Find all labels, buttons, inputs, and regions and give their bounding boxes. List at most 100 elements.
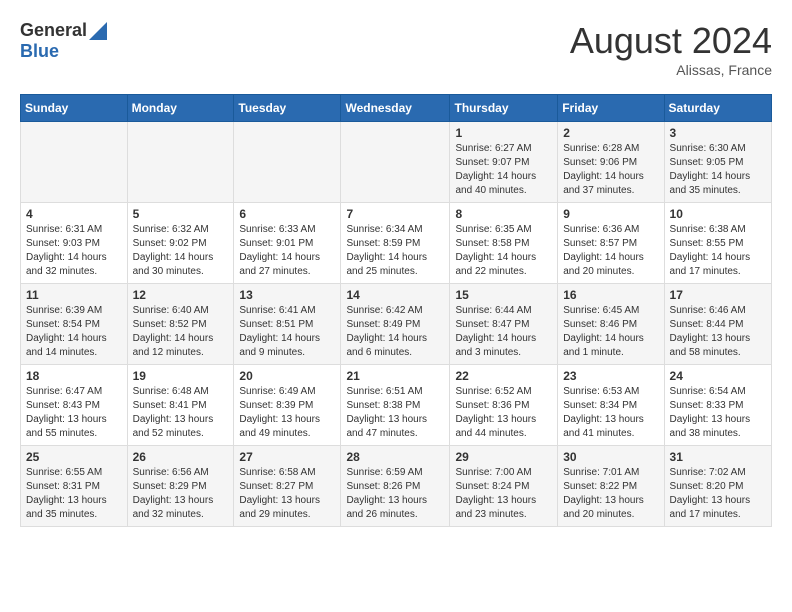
cell-w4-d2: 20Sunrise: 6:49 AM Sunset: 8:39 PM Dayli… <box>234 365 341 446</box>
cell-w2-d6: 10Sunrise: 6:38 AM Sunset: 8:55 PM Dayli… <box>664 203 771 284</box>
day-number: 29 <box>455 450 552 464</box>
cell-w4-d6: 24 Sunrise: 6:54 AM Sunset: 8:33 PM Dayli… <box>664 365 771 446</box>
day-info: Sunrise: 6:48 AM Sunset: 8:41 PM Dayligh… <box>133 385 229 441</box>
cell-w1-d1 <box>127 122 234 203</box>
cell-w2-d1: 5Sunrise: 6:32 AM Sunset: 9:02 PM Daylig… <box>127 203 234 284</box>
day-number: 16 <box>563 288 658 302</box>
day-number: 23 <box>563 369 658 383</box>
day-number: 7 <box>346 207 444 221</box>
day-info: Sunrise: 6:44 AM Sunset: 8:47 PM Dayligh… <box>455 304 552 360</box>
cell-w1-d2 <box>234 122 341 203</box>
day-number: 25 <box>26 450 122 464</box>
day-number: 5 <box>133 207 229 221</box>
header-saturday: Saturday <box>664 95 771 122</box>
day-info: Sunrise: 6:30 AM Sunset: 9:05 PM Dayligh… <box>670 142 766 198</box>
day-number: 13 <box>239 288 335 302</box>
logo-area: General Blue <box>20 20 107 62</box>
header-tuesday: Tuesday <box>234 95 341 122</box>
logo: General <box>20 20 107 41</box>
cell-w3-d6: 17Sunrise: 6:46 AM Sunset: 8:44 PM Dayli… <box>664 284 771 365</box>
day-info: Sunrise: 6:53 AM Sunset: 8:34 PM Dayligh… <box>563 385 658 441</box>
cell-w5-d0: 25 Sunrise: 6:55 AM Sunset: 8:31 PM Dayli… <box>21 446 128 527</box>
cell-w3-d0: 11Sunrise: 6:39 AM Sunset: 8:54 PM Dayli… <box>21 284 128 365</box>
day-info: Sunrise: 6:35 AM Sunset: 8:58 PM Dayligh… <box>455 223 552 279</box>
calendar-table: Sunday Monday Tuesday Wednesday Thursday… <box>20 94 772 527</box>
day-number: 30 <box>563 450 658 464</box>
day-number: 18 <box>26 369 122 383</box>
header: General Blue August 2024 Alissas, France <box>20 20 772 78</box>
week-row-5: 25 Sunrise: 6:55 AM Sunset: 8:31 PM Dayli… <box>21 446 772 527</box>
day-info: Sunrise: 6:59 AM Sunset: 8:26 PM Dayligh… <box>346 466 444 522</box>
day-info: Sunrise: 6:47 AM Sunset: 8:43 PM Dayligh… <box>26 385 122 441</box>
day-info: Sunrise: 6:56 AM Sunset: 8:29 PM Dayligh… <box>133 466 229 522</box>
day-number: 22 <box>455 369 552 383</box>
day-number: 28 <box>346 450 444 464</box>
day-info: Sunrise: 6:58 AM Sunset: 8:27 PM Dayligh… <box>239 466 335 522</box>
cell-w1-d3 <box>341 122 450 203</box>
cell-w3-d3: 14 Sunrise: 6:42 AM Sunset: 8:49 PM Dayli… <box>341 284 450 365</box>
day-number: 24 <box>670 369 766 383</box>
day-number: 27 <box>239 450 335 464</box>
day-number: 3 <box>670 126 766 140</box>
cell-w2-d0: 4 Sunrise: 6:31 AM Sunset: 9:03 PM Daylig… <box>21 203 128 284</box>
day-info: Sunrise: 7:01 AM Sunset: 8:22 PM Dayligh… <box>563 466 658 522</box>
header-monday: Monday <box>127 95 234 122</box>
cell-w2-d4: 8 Sunrise: 6:35 AM Sunset: 8:58 PM Daylig… <box>450 203 558 284</box>
weekday-row: Sunday Monday Tuesday Wednesday Thursday… <box>21 95 772 122</box>
cell-w1-d0 <box>21 122 128 203</box>
week-row-2: 4 Sunrise: 6:31 AM Sunset: 9:03 PM Daylig… <box>21 203 772 284</box>
calendar-body: 1Sunrise: 6:27 AM Sunset: 9:07 PM Daylig… <box>21 122 772 527</box>
header-thursday: Thursday <box>450 95 558 122</box>
day-info: Sunrise: 7:00 AM Sunset: 8:24 PM Dayligh… <box>455 466 552 522</box>
day-info: Sunrise: 6:33 AM Sunset: 9:01 PM Dayligh… <box>239 223 335 279</box>
day-number: 2 <box>563 126 658 140</box>
week-row-1: 1Sunrise: 6:27 AM Sunset: 9:07 PM Daylig… <box>21 122 772 203</box>
day-info: Sunrise: 6:41 AM Sunset: 8:51 PM Dayligh… <box>239 304 335 360</box>
logo-general-text: General <box>20 20 87 41</box>
header-wednesday: Wednesday <box>341 95 450 122</box>
logo-blue-text: Blue <box>20 41 59 62</box>
cell-w3-d2: 13 Sunrise: 6:41 AM Sunset: 8:51 PM Dayli… <box>234 284 341 365</box>
day-info: Sunrise: 6:28 AM Sunset: 9:06 PM Dayligh… <box>563 142 658 198</box>
day-info: Sunrise: 6:31 AM Sunset: 9:03 PM Dayligh… <box>26 223 122 279</box>
day-number: 6 <box>239 207 335 221</box>
cell-w5-d4: 29 Sunrise: 7:00 AM Sunset: 8:24 PM Dayli… <box>450 446 558 527</box>
day-number: 19 <box>133 369 229 383</box>
day-info: Sunrise: 6:34 AM Sunset: 8:59 PM Dayligh… <box>346 223 444 279</box>
logo-icon <box>89 22 107 40</box>
day-number: 10 <box>670 207 766 221</box>
cell-w3-d4: 15Sunrise: 6:44 AM Sunset: 8:47 PM Dayli… <box>450 284 558 365</box>
cell-w2-d5: 9Sunrise: 6:36 AM Sunset: 8:57 PM Daylig… <box>558 203 664 284</box>
blue-label: Blue <box>20 41 59 61</box>
week-row-3: 11Sunrise: 6:39 AM Sunset: 8:54 PM Dayli… <box>21 284 772 365</box>
day-info: Sunrise: 6:40 AM Sunset: 8:52 PM Dayligh… <box>133 304 229 360</box>
day-info: Sunrise: 6:46 AM Sunset: 8:44 PM Dayligh… <box>670 304 766 360</box>
cell-w4-d5: 23 Sunrise: 6:53 AM Sunset: 8:34 PM Dayli… <box>558 365 664 446</box>
day-number: 20 <box>239 369 335 383</box>
day-info: Sunrise: 6:42 AM Sunset: 8:49 PM Dayligh… <box>346 304 444 360</box>
day-info: Sunrise: 6:54 AM Sunset: 8:33 PM Dayligh… <box>670 385 766 441</box>
cell-w5-d2: 27 Sunrise: 6:58 AM Sunset: 8:27 PM Dayli… <box>234 446 341 527</box>
title-area: August 2024 Alissas, France <box>570 20 772 78</box>
main-title: August 2024 <box>570 20 772 62</box>
cell-w5-d1: 26 Sunrise: 6:56 AM Sunset: 8:29 PM Dayli… <box>127 446 234 527</box>
day-info: Sunrise: 6:52 AM Sunset: 8:36 PM Dayligh… <box>455 385 552 441</box>
day-number: 14 <box>346 288 444 302</box>
cell-w4-d4: 22 Sunrise: 6:52 AM Sunset: 8:36 PM Dayli… <box>450 365 558 446</box>
day-number: 4 <box>26 207 122 221</box>
cell-w4-d1: 19 Sunrise: 6:48 AM Sunset: 8:41 PM Dayli… <box>127 365 234 446</box>
cell-w5-d5: 30 Sunrise: 7:01 AM Sunset: 8:22 PM Dayli… <box>558 446 664 527</box>
day-number: 26 <box>133 450 229 464</box>
cell-w5-d3: 28 Sunrise: 6:59 AM Sunset: 8:26 PM Dayli… <box>341 446 450 527</box>
cell-w1-d6: 3 Sunrise: 6:30 AM Sunset: 9:05 PM Daylig… <box>664 122 771 203</box>
day-info: Sunrise: 6:39 AM Sunset: 8:54 PM Dayligh… <box>26 304 122 360</box>
day-number: 21 <box>346 369 444 383</box>
day-info: Sunrise: 6:55 AM Sunset: 8:31 PM Dayligh… <box>26 466 122 522</box>
header-sunday: Sunday <box>21 95 128 122</box>
subtitle: Alissas, France <box>570 62 772 78</box>
day-info: Sunrise: 6:45 AM Sunset: 8:46 PM Dayligh… <box>563 304 658 360</box>
cell-w5-d6: 31Sunrise: 7:02 AM Sunset: 8:20 PM Dayli… <box>664 446 771 527</box>
header-friday: Friday <box>558 95 664 122</box>
cell-w4-d0: 18 Sunrise: 6:47 AM Sunset: 8:43 PM Dayli… <box>21 365 128 446</box>
day-number: 8 <box>455 207 552 221</box>
